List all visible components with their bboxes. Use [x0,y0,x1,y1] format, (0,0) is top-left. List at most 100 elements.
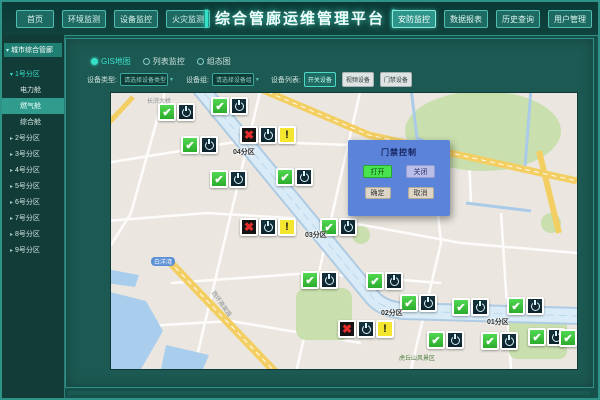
radio-icon [197,58,204,65]
cancel-button[interactable]: 取消 [408,187,434,199]
device-type-value: 请选择设备类型 [124,75,166,84]
sidebar-item[interactable]: ▸7号分区 [2,210,64,226]
power-icon [339,218,357,236]
power-glyph [235,102,244,111]
sidebar: ▾ 城市综合管廊 ▾1号分区电力舱燃气舱综合舱▸2号分区▸3号分区▸4号分区▸5… [2,35,65,398]
radio-icon [91,58,98,65]
device-marker-ok[interactable]: ✔ [181,136,218,154]
close-button[interactable]: 关闭 [406,165,435,178]
power-glyph [424,299,433,308]
chevron-right-icon: ▸ [10,247,13,254]
device-marker-ok[interactable]: ✔ [366,272,403,290]
device-marker-ok[interactable]: ✔ [400,294,437,312]
open-button[interactable]: 打开 [363,165,392,178]
device-marker-alarm[interactable]: ✖! [240,126,296,144]
bottom-scrollbar[interactable] [68,391,590,395]
chevron-right-icon: ▸ [10,183,13,190]
device-filter-button[interactable]: 视频设备 [342,72,374,87]
map-place-label: 白洋湾 [151,257,175,266]
view-mode-label: GIS地图 [101,56,131,67]
sidebar-item[interactable]: ▸3号分区 [2,146,64,162]
device-list-label: 设备列表: [271,75,301,85]
device-marker-ok[interactable]: ✔ [210,170,247,188]
header-nav-left: 首页环境监测设备监控火灾监测 [16,10,210,28]
status-ok-icon: ✔ [452,298,470,316]
status-ok-icon: ✔ [181,136,199,154]
radio-icon [143,58,150,65]
status-ok-icon: ✔ [301,271,319,289]
device-filter-button[interactable]: 门禁设备 [380,72,412,87]
view-mode-option[interactable]: 列表监控 [143,56,185,67]
title-wrap: 综合管廊运维管理平台 [205,8,395,29]
device-marker-ok[interactable]: ✔ [452,298,489,316]
chevron-right-icon: ▸ [10,151,13,158]
status-fault-icon: ✖ [240,126,258,144]
nav-button[interactable]: 安防监控 [392,10,436,28]
zone-label: 03分区 [305,230,327,240]
device-marker-ok[interactable]: ✔ [427,331,464,349]
sidebar-item[interactable]: 燃气舱 [2,98,64,114]
sidebar-item[interactable]: ▸2号分区 [2,130,64,146]
device-marker-ok[interactable]: ✔ [301,271,338,289]
sidebar-root-node[interactable]: ▾ 城市综合管廊 [4,43,62,57]
power-glyph [205,141,214,150]
view-mode-option[interactable]: 组态图 [197,56,231,67]
device-marker-alarm[interactable]: ✖! [338,320,394,338]
device-marker-ok[interactable]: ✔ [507,297,544,315]
device-marker-alarm[interactable]: ✖! [240,218,296,236]
sidebar-item[interactable]: ▸4号分区 [2,162,64,178]
nav-button[interactable]: 首页 [16,10,54,28]
status-ok-icon: ✔ [427,331,445,349]
gis-map[interactable]: ✔✔✔✖!✔✔✖!✔✔✔✔✔✔✖!✔✔✔✔04分区03分区02分区01分区长浒大… [111,93,577,369]
zone-label: 04分区 [233,147,255,157]
chevron-right-icon: ▸ [10,199,13,206]
power-glyph [451,336,460,345]
status-ok-icon: ✔ [559,329,577,347]
power-icon [320,271,338,289]
device-marker-ok[interactable]: ✔ [276,168,313,186]
warning-icon: ! [376,320,394,338]
nav-button[interactable]: 用户管理 [548,10,592,28]
sidebar-item[interactable]: ▸8号分区 [2,226,64,242]
nav-button[interactable]: 数据报表 [444,10,488,28]
power-glyph [264,223,273,232]
power-icon [230,97,248,115]
status-ok-icon: ✔ [366,272,384,290]
sidebar-item-label: 9号分区 [15,245,40,255]
power-icon [229,170,247,188]
status-ok-icon: ✔ [158,103,176,121]
dialog-confirm-row: 确定 取消 [348,187,450,199]
sidebar-item-label: 1号分区 [15,69,40,79]
dialog-title: 门禁控制 [348,140,450,158]
nav-button[interactable]: 历史查询 [496,10,540,28]
sidebar-item-label: 7号分区 [15,213,40,223]
device-marker-ok[interactable]: ✔ [481,332,518,350]
sidebar-item-label: 2号分区 [15,133,40,143]
sidebar-item[interactable]: ▸5号分区 [2,178,64,194]
view-mode-option[interactable]: GIS地图 [91,56,131,67]
power-glyph [505,337,514,346]
device-type-label: 设备类型: [87,75,117,85]
device-marker-ok[interactable]: ✔ [559,329,577,347]
device-type-select[interactable]: 请选择设备类型 ▼ [120,73,168,86]
power-glyph [325,276,334,285]
sidebar-item[interactable]: ▸6号分区 [2,194,64,210]
nav-button[interactable]: 火灾监测 [166,10,210,28]
main-panel: GIS地图 列表监控 组态图 设备类型: 请选择设备类型 ▼ 设备组: 请选择设备组… [65,38,594,388]
sidebar-item-label: 8号分区 [15,229,40,239]
nav-button[interactable]: 环境监测 [62,10,106,28]
sidebar-item[interactable]: ▾1号分区 [2,66,64,82]
device-group-label: 设备组: [186,75,209,85]
nav-button[interactable]: 设备监控 [114,10,158,28]
map-place-label: 长浒大桥 [147,96,171,105]
device-group-select[interactable]: 请选择设备组 ▼ [212,73,254,86]
sidebar-item[interactable]: 综合舱 [2,114,64,130]
sidebar-item[interactable]: 电力舱 [2,82,64,98]
status-ok-icon: ✔ [276,168,294,186]
page-title: 综合管廊运维管理平台 [215,8,385,29]
device-marker-ok[interactable]: ✔ [158,103,195,121]
device-marker-ok[interactable]: ✔ [211,97,248,115]
device-filter-button[interactable]: 开关设备 [304,72,336,87]
ok-button[interactable]: 确定 [365,187,391,199]
sidebar-item[interactable]: ▸9号分区 [2,242,64,258]
